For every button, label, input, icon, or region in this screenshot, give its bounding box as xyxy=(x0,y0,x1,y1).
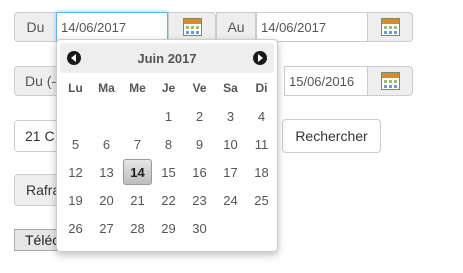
day-cell[interactable]: 28 xyxy=(123,215,152,241)
day-cell[interactable]: 4 xyxy=(247,103,276,129)
day-cell[interactable]: 27 xyxy=(92,215,121,241)
weekday-header: Me xyxy=(129,81,146,95)
day-cell[interactable]: 7 xyxy=(123,131,152,157)
weekday-header: Sa xyxy=(223,81,238,95)
day-cell[interactable]: 30 xyxy=(185,215,214,241)
weekday-header: Ve xyxy=(192,81,207,95)
compare-to-date-input[interactable]: 15/06/2016 xyxy=(284,66,368,96)
refresh-button[interactable]: Rafra xyxy=(14,174,57,206)
compare-calendar-button[interactable] xyxy=(367,66,413,96)
day-cell[interactable]: 3 xyxy=(216,103,245,129)
weekday-header: Je xyxy=(161,81,176,95)
download-tab[interactable]: Téléc xyxy=(14,229,57,251)
day-cell[interactable]: 11 xyxy=(247,131,276,157)
calendar-icon xyxy=(380,72,400,90)
calendar-icon xyxy=(182,18,202,36)
day-cell[interactable]: 26 xyxy=(61,215,90,241)
day-cell[interactable]: 29 xyxy=(154,215,183,241)
day-cell[interactable]: 17 xyxy=(216,159,245,185)
day-cell[interactable]: 16 xyxy=(185,159,214,185)
day-cell[interactable]: 22 xyxy=(154,187,183,213)
day-cell[interactable]: 18 xyxy=(247,159,276,185)
month-title: Juin 2017 xyxy=(137,50,197,66)
datepicker-header: Juin 2017 xyxy=(60,43,274,73)
compare-from-label: Du (- xyxy=(14,66,57,96)
day-cell[interactable]: 20 xyxy=(92,187,121,213)
from-date-input[interactable]: 14/06/2017 xyxy=(56,12,168,42)
selected-day-cell[interactable]: 14 xyxy=(123,159,152,185)
weekday-header: Ma xyxy=(98,81,115,95)
weekday-header: Di xyxy=(255,81,268,95)
search-button[interactable]: Rechercher xyxy=(282,119,381,153)
day-cell[interactable]: 6 xyxy=(92,131,121,157)
day-cell[interactable]: 2 xyxy=(185,103,214,129)
calendar-icon xyxy=(380,18,400,36)
period-select[interactable]: 21 C xyxy=(14,120,57,152)
day-cell[interactable]: 23 xyxy=(185,187,214,213)
day-cell[interactable]: 1 xyxy=(154,103,183,129)
empty-day-cell xyxy=(61,103,90,129)
day-cell[interactable]: 5 xyxy=(61,131,90,157)
from-calendar-button[interactable] xyxy=(168,12,216,42)
empty-day-cell xyxy=(92,103,121,129)
day-cell[interactable]: 25 xyxy=(247,187,276,213)
from-label: Du xyxy=(14,12,57,42)
day-cell[interactable]: 8 xyxy=(154,131,183,157)
to-label: Au xyxy=(216,12,256,42)
calendar-grid: Lu Ma Me Je Ve Sa Di 1 2 3 4 5 6 7 8 9 10 11 12 13 14 15 16 17 1… xyxy=(60,74,276,242)
day-cell[interactable]: 13 xyxy=(92,159,121,185)
day-cell[interactable]: 10 xyxy=(216,131,245,157)
weekday-header: Lu xyxy=(68,81,83,95)
day-cell[interactable]: 24 xyxy=(216,187,245,213)
day-cell[interactable]: 9 xyxy=(185,131,214,157)
to-date-input[interactable]: 14/06/2017 xyxy=(256,12,368,42)
empty-day-cell xyxy=(123,103,152,129)
to-calendar-button[interactable] xyxy=(367,12,413,42)
day-cell[interactable]: 15 xyxy=(154,159,183,185)
day-cell[interactable]: 19 xyxy=(61,187,90,213)
next-month-icon[interactable] xyxy=(253,51,267,65)
prev-month-icon[interactable] xyxy=(67,51,81,65)
datepicker-popup: Juin 2017 Lu Ma Me Je Ve Sa Di 1 2 3 4 5 6 7 8 9 10 11 12 1… xyxy=(56,39,278,252)
day-cell[interactable]: 21 xyxy=(123,187,152,213)
day-cell[interactable]: 12 xyxy=(61,159,90,185)
